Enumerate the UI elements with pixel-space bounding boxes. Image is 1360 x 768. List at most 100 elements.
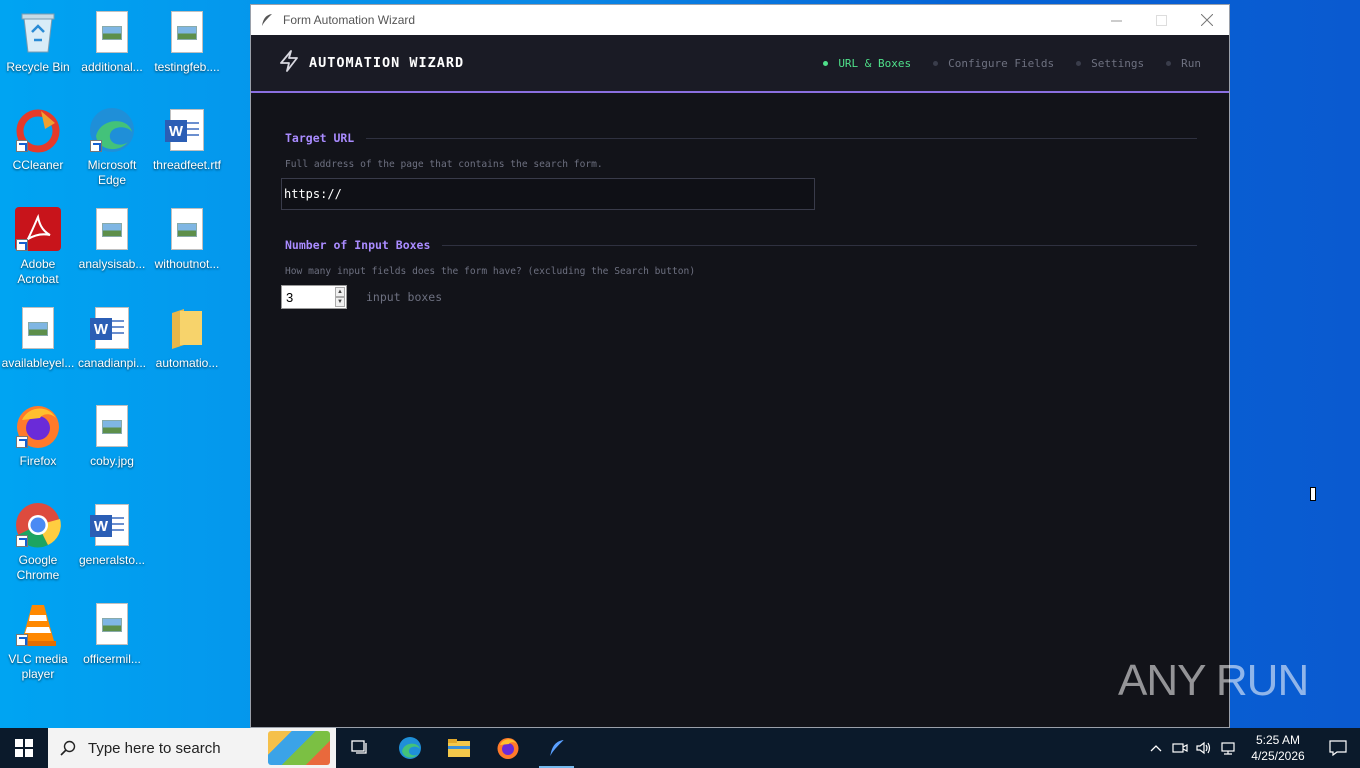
search-icon — [60, 740, 76, 756]
desktop-icon-chrome[interactable]: Google Chrome — [0, 501, 76, 591]
desktop-icon-recycle-bin[interactable]: Recycle Bin — [0, 8, 76, 98]
start-button[interactable] — [0, 728, 48, 768]
clock-time: 5:25 AM — [1255, 733, 1301, 747]
network-icon[interactable] — [1216, 741, 1240, 755]
search-highlight-icon — [268, 731, 330, 765]
desktop-icon-coby[interactable]: coby.jpg — [74, 402, 150, 492]
step-label: URL & Boxes — [838, 56, 912, 70]
desktop-icon-availableyel[interactable]: availableyel... — [0, 304, 76, 394]
desktop-icon-analysisab[interactable]: analysisab... — [74, 205, 150, 295]
firefox-icon — [14, 402, 62, 450]
window-titlebar[interactable]: Form Automation Wizard — [251, 5, 1229, 35]
desktop-icon-testingfeb[interactable]: testingfeb.... — [149, 8, 225, 98]
search-placeholder: Type here to search — [88, 739, 221, 757]
step-label: Configure Fields — [948, 56, 1055, 70]
target-url-section: Target URL Full address of the page that… — [281, 131, 1197, 210]
chevron-up-icon[interactable] — [1144, 744, 1168, 752]
taskbar: Type here to search 5:25 AM 4/25/2026 — [0, 728, 1360, 768]
edge-icon — [88, 106, 136, 154]
folder-icon — [447, 739, 470, 757]
firefox-icon — [497, 738, 518, 759]
close-button[interactable] — [1184, 5, 1229, 35]
section-title-input-boxes: Number of Input Boxes — [285, 238, 431, 252]
desktop-icon-additional[interactable]: additional... — [74, 8, 150, 98]
desktop-icon-automatio[interactable]: automatio... — [149, 304, 225, 394]
folder-icon — [163, 304, 211, 352]
section-title-target-url: Target URL — [285, 131, 355, 145]
brand: AUTOMATION WIZARD — [279, 50, 464, 76]
step-configure-fields[interactable]: Configure Fields — [933, 57, 1054, 70]
desktop-icon-withoutnot[interactable]: withoutnot... — [149, 205, 225, 295]
app-window: Form Automation Wizard AUTOMATION WIZARD… — [250, 4, 1230, 728]
recycle-bin-icon — [14, 8, 62, 56]
windows-icon — [15, 739, 33, 757]
anyrun-watermark: ANY RUN — [1118, 656, 1309, 706]
system-tray: 5:25 AM 4/25/2026 — [1144, 728, 1360, 768]
desktop-icon-edge[interactable]: Microsoft Edge — [74, 106, 150, 196]
taskbar-search[interactable]: Type here to search — [48, 728, 336, 768]
taskbar-clock[interactable]: 5:25 AM 4/25/2026 — [1240, 732, 1316, 764]
word-file-icon: W — [88, 304, 136, 352]
image-file-icon — [88, 8, 136, 56]
volume-icon[interactable] — [1192, 741, 1216, 755]
target-url-input[interactable]: https:// — [281, 178, 815, 210]
wizard-content: Target URL Full address of the page that… — [251, 93, 1229, 309]
step-run[interactable]: Run — [1166, 57, 1201, 70]
feather-icon — [261, 13, 277, 27]
step-label: Run — [1181, 56, 1201, 70]
target-url-hint: Full address of the page that contains t… — [285, 159, 603, 170]
taskbar-firefox[interactable] — [483, 728, 532, 768]
app-header: AUTOMATION WIZARD URL & Boxes Configure … — [251, 35, 1229, 93]
feather-icon — [549, 740, 564, 756]
image-file-icon — [88, 402, 136, 450]
step-indicator — [1076, 60, 1082, 66]
edge-icon — [398, 737, 421, 759]
desktop-icon-generalsto[interactable]: W generalsto... — [74, 501, 150, 591]
desktop-icon-firefox[interactable]: Firefox — [0, 402, 76, 492]
input-boxes-section: Number of Input Boxes How many input fie… — [281, 238, 1197, 309]
wizard-steps: URL & Boxes Configure Fields Settings Ru… — [823, 57, 1201, 70]
input-boxes-unit: input boxes — [366, 290, 443, 304]
image-file-icon — [88, 600, 136, 648]
spin-up-icon[interactable]: ▲ — [335, 287, 345, 297]
desktop-icon-officermil[interactable]: officermil... — [74, 600, 150, 690]
clock-date: 4/25/2026 — [1251, 749, 1305, 763]
maximize-button[interactable] — [1139, 5, 1184, 35]
spin-down-icon[interactable]: ▼ — [335, 297, 345, 307]
task-view-button[interactable] — [336, 728, 385, 768]
input-boxes-spinbox[interactable]: 3 ▲ ▼ — [281, 285, 347, 309]
step-indicator — [823, 60, 829, 66]
taskbar-file-explorer[interactable] — [434, 728, 483, 768]
divider — [366, 137, 1197, 139]
desktop-icon-vlc[interactable]: VLC media player — [0, 600, 76, 690]
desktop-icon-canadianpi[interactable]: W canadianpi... — [74, 304, 150, 394]
task-view-icon — [350, 740, 367, 754]
acrobat-icon — [14, 205, 62, 253]
app-title: AUTOMATION WIZARD — [309, 55, 465, 71]
desktop-icon-acrobat[interactable]: Adobe Acrobat — [0, 205, 76, 295]
taskbar-form-wizard[interactable] — [532, 728, 581, 768]
step-label: Settings — [1091, 56, 1145, 70]
taskbar-edge[interactable] — [385, 728, 434, 768]
input-boxes-hint: How many input fields does the form have… — [285, 266, 696, 277]
word-file-icon: W — [88, 501, 136, 549]
window-title: Form Automation Wizard — [283, 13, 416, 27]
notifications-icon[interactable] — [1316, 740, 1360, 756]
meet-now-icon[interactable] — [1168, 741, 1192, 755]
ccleaner-icon — [14, 106, 62, 154]
chrome-icon — [14, 501, 62, 549]
image-file-icon — [14, 304, 62, 352]
watermark-text: ANY RUN — [1118, 656, 1309, 705]
desktop-icon-ccleaner[interactable]: CCleaner — [0, 106, 76, 196]
minimize-button[interactable] — [1094, 5, 1139, 35]
text-cursor-icon — [1310, 487, 1316, 501]
input-boxes-value: 3 — [286, 289, 294, 305]
desktop-icon-threadfeet[interactable]: W threadfeet.rtf — [149, 106, 225, 196]
step-settings[interactable]: Settings — [1076, 57, 1144, 70]
image-file-icon — [163, 205, 211, 253]
divider — [442, 244, 1197, 246]
vlc-icon — [14, 600, 62, 648]
step-url-boxes[interactable]: URL & Boxes — [823, 57, 911, 70]
step-indicator — [1166, 60, 1172, 66]
word-file-icon: W — [163, 106, 211, 154]
